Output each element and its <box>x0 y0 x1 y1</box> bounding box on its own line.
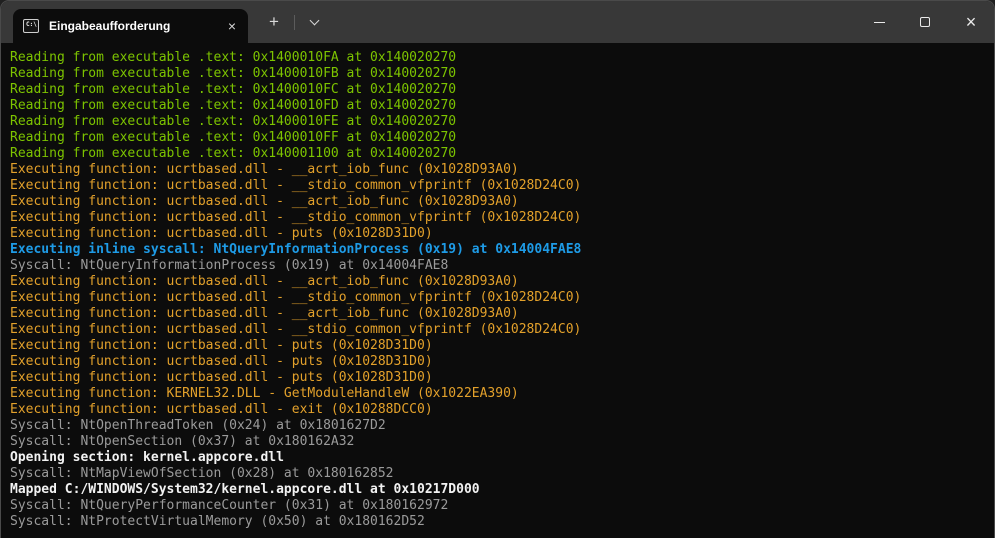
console-line: Reading from executable .text: 0x1400010… <box>10 130 986 146</box>
console-line: Executing function: ucrtbased.dll - __ac… <box>10 162 986 178</box>
console-line: Reading from executable .text: 0x1400010… <box>10 66 986 82</box>
console-line: Syscall: NtOpenSection (0x37) at 0x18016… <box>10 434 986 450</box>
console-line: Executing function: ucrtbased.dll - __ac… <box>10 274 986 290</box>
cmd-icon-text: C:\ <box>26 22 37 28</box>
console-line: Executing function: ucrtbased.dll - __ac… <box>10 306 986 322</box>
console-line: Executing function: ucrtbased.dll - __st… <box>10 210 986 226</box>
chevron-down-icon <box>309 15 319 25</box>
close-icon: × <box>966 13 977 31</box>
console-line: Executing inline syscall: NtQueryInforma… <box>10 242 986 258</box>
console-line: Executing function: ucrtbased.dll - puts… <box>10 370 986 386</box>
new-tab-button[interactable]: + <box>258 7 290 37</box>
tab-close-icon[interactable]: × <box>222 16 242 36</box>
console-line: Executing function: ucrtbased.dll - __st… <box>10 178 986 194</box>
console-line: Syscall: NtOpenThreadToken (0x24) at 0x1… <box>10 418 986 434</box>
console-line: Reading from executable .text: 0x1400010… <box>10 82 986 98</box>
console-line: Executing function: ucrtbased.dll - exit… <box>10 402 986 418</box>
console-line: Executing function: ucrtbased.dll - __st… <box>10 322 986 338</box>
minimize-icon <box>874 22 885 23</box>
maximize-icon <box>920 17 930 27</box>
console-output[interactable]: Reading from executable .text: 0x1400010… <box>1 43 994 538</box>
console-line: Mapped C:/WINDOWS/System32/kernel.appcor… <box>10 482 986 498</box>
tab-eingabeaufforderung[interactable]: C:\ Eingabeaufforderung × <box>13 9 248 43</box>
console-line: Reading from executable .text: 0x1400010… <box>10 50 986 66</box>
console-line: Executing function: KERNEL32.DLL - GetMo… <box>10 386 986 402</box>
console-line: Executing function: ucrtbased.dll - puts… <box>10 338 986 354</box>
tab-dropdown-button[interactable] <box>299 7 329 37</box>
console-line: Opening section: kernel.appcore.dll <box>10 450 986 466</box>
close-button[interactable]: × <box>948 1 994 43</box>
console-line: Executing function: ucrtbased.dll - __st… <box>10 290 986 306</box>
console-line: Reading from executable .text: 0x1400011… <box>10 146 986 162</box>
console-line: Syscall: NtQueryPerformanceCounter (0x31… <box>10 498 986 514</box>
titlebar-separator <box>294 15 295 30</box>
title-bar[interactable]: C:\ Eingabeaufforderung × + × <box>1 1 994 43</box>
console-line: Executing function: ucrtbased.dll - puts… <box>10 226 986 242</box>
cmd-prompt-icon: C:\ <box>23 19 39 33</box>
terminal-window: C:\ Eingabeaufforderung × + × Reading fr… <box>0 0 995 538</box>
console-line: Reading from executable .text: 0x1400010… <box>10 98 986 114</box>
console-line: Syscall: NtProtectVirtualMemory (0x50) a… <box>10 514 986 530</box>
console-line: Executing function: ucrtbased.dll - puts… <box>10 354 986 370</box>
console-line: Syscall: NtMapViewOfSection (0x28) at 0x… <box>10 466 986 482</box>
console-line: Reading from executable .text: 0x1400010… <box>10 114 986 130</box>
console-line: Executing function: ucrtbased.dll - __ac… <box>10 194 986 210</box>
console-line: Syscall: NtQueryInformationProcess (0x19… <box>10 258 986 274</box>
minimize-button[interactable] <box>856 1 902 43</box>
maximize-button[interactable] <box>902 1 948 43</box>
tab-title: Eingabeaufforderung <box>49 19 222 33</box>
